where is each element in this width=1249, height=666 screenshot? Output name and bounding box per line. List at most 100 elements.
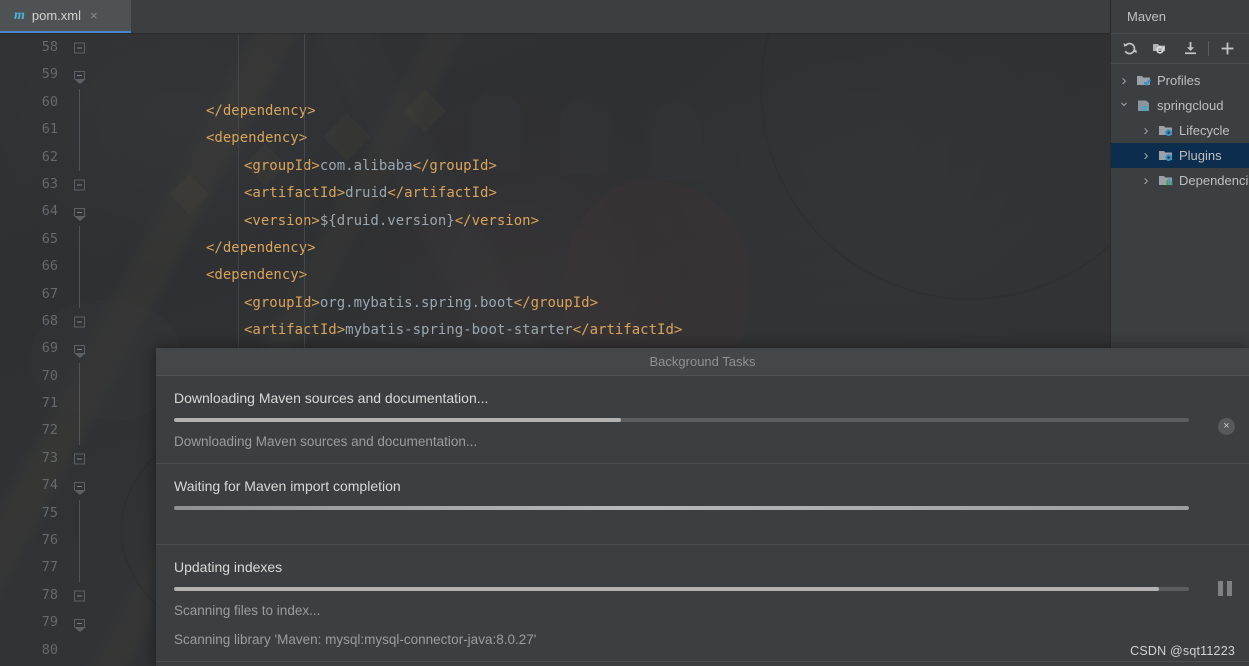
xml-tag: </groupId> (412, 157, 497, 174)
profiles-icon (1136, 73, 1152, 89)
chevron-right-icon[interactable]: › (1139, 147, 1153, 164)
fold-collapse-icon[interactable] (74, 179, 85, 191)
maven-project-tree[interactable]: › Profiles ⌄ m springcloud › Lifecycle › Plugins… (1111, 64, 1249, 193)
fold-collapse-icon[interactable] (74, 316, 85, 328)
fold-expand-icon[interactable] (74, 618, 86, 632)
background-task: Updating indexes Scanning files to index.… (156, 545, 1249, 662)
maven-tree-item-label: Dependencies (1179, 173, 1249, 188)
xml-tag: <groupId> (244, 294, 320, 311)
maven-tree-item-label: Lifecycle (1179, 123, 1230, 138)
tab-pom-xml[interactable]: m pom.xml × (0, 0, 131, 33)
fold-connector (79, 527, 80, 555)
tab-label: pom.xml (31, 8, 82, 23)
gutter-line-number: 73 (0, 445, 96, 472)
fold-connector (79, 225, 80, 254)
maven-tree-item-plugins[interactable]: › Plugins (1111, 143, 1249, 168)
task-subtitle: Scanning library 'Maven: mysql:mysql-con… (174, 632, 537, 647)
fold-collapse-icon[interactable] (74, 42, 85, 54)
chevron-down-icon[interactable]: ⌄ (1117, 93, 1131, 110)
gutter-line-number: 66 (0, 253, 96, 281)
watermark: CSDN @sqt11223 (1130, 644, 1235, 658)
pause-task-button[interactable] (1218, 581, 1236, 596)
code-line: <dependency> (96, 262, 1110, 289)
code-line: <groupId>com.alibaba</groupId> (96, 153, 1110, 180)
reload-all-maven-projects-icon[interactable] (1115, 36, 1145, 62)
task-title: Updating indexes (174, 559, 283, 575)
gutter-line-number: 74 (0, 472, 96, 499)
task-progress-bar (174, 587, 1189, 591)
fold-collapse-icon[interactable] (74, 453, 85, 465)
xml-tag: </artifactId> (572, 322, 683, 339)
maven-tree-item-label: Plugins (1179, 148, 1222, 163)
toolbar-separator (1208, 41, 1209, 56)
fold-collapse-icon[interactable] (74, 590, 85, 601)
code-line: <version>${druid.version}</version> (96, 208, 1110, 235)
chevron-right-icon[interactable]: › (1139, 172, 1153, 189)
xml-tag: </dependency> (206, 103, 316, 119)
gutter-line-number: 63 (0, 171, 96, 198)
gutter-line-number: 69 (0, 335, 96, 362)
background-tasks-header: Background Tasks (156, 348, 1249, 376)
task-progress-fill (174, 506, 1189, 510)
gutter-line-number: 72 (0, 417, 96, 445)
gutter-line-number: 60 (0, 88, 96, 117)
xml-tag: </artifactId> (387, 185, 497, 202)
editor-gutter[interactable]: 58 59 60 61 62 63 64 65 66 67 68 69 70 71 72 73 74 75 76 77… (0, 34, 96, 666)
gutter-line-number: 64 (0, 198, 96, 225)
fold-connector (79, 116, 80, 144)
task-title: Waiting for Maven import completion (174, 478, 401, 494)
close-icon[interactable]: × (90, 9, 98, 22)
gutter-line-number: 79 (0, 609, 96, 636)
maven-tree-item-dependencies[interactable]: › Dependencies (1111, 168, 1249, 193)
svg-text:m: m (1141, 103, 1149, 114)
fold-connector (79, 390, 80, 418)
chevron-right-icon[interactable]: › (1117, 72, 1131, 89)
xml-text: druid (345, 185, 388, 202)
xml-tag: </groupId> (513, 294, 599, 311)
gutter-line-number: 76 (0, 527, 96, 555)
download-sources-icon[interactable] (1175, 36, 1205, 62)
fold-connector (79, 143, 80, 171)
fold-connector (79, 280, 80, 308)
maven-module-icon: m (1136, 98, 1152, 114)
cancel-task-button[interactable]: × (1218, 418, 1235, 435)
background-task-list: Downloading Maven sources and documentat… (156, 376, 1249, 662)
fold-expand-icon[interactable] (74, 71, 86, 85)
maven-tree-item-label: springcloud (1157, 98, 1224, 113)
xml-text: ${druid.version} (319, 212, 455, 229)
gutter-line-number: 59 (0, 61, 96, 88)
background-task: Waiting for Maven import completion (156, 464, 1249, 545)
lifecycle-icon (1158, 123, 1174, 139)
fold-connector (79, 554, 80, 582)
xml-tag: <artifactId> (244, 322, 346, 339)
task-progress-bar (174, 506, 1189, 510)
maven-tree-item-profiles[interactable]: › Profiles (1111, 68, 1249, 93)
maven-tree-item-label: Profiles (1157, 73, 1201, 88)
add-maven-project-icon[interactable] (1212, 36, 1242, 62)
code-line: </dependency> (96, 98, 1110, 125)
background-tasks-popup: Background Tasks Downloading Maven sourc… (156, 348, 1249, 666)
code-line: </dependency> (96, 235, 1110, 262)
editor-tab-bar: m pom.xml × (0, 0, 1249, 34)
gutter-line-number: 70 (0, 362, 96, 391)
xml-tag: </version> (454, 212, 540, 229)
xml-text: org.mybatis.spring.boot (319, 294, 514, 311)
gutter-line-number: 58 (0, 34, 96, 61)
fold-expand-icon[interactable] (74, 344, 86, 358)
xml-tag: </dependency> (206, 239, 316, 256)
xml-text: com.alibaba (319, 157, 413, 174)
maven-tree-item-springcloud[interactable]: ⌄ m springcloud (1111, 93, 1249, 118)
maven-tree-item-lifecycle[interactable]: › Lifecycle (1111, 118, 1249, 143)
task-progress-fill (174, 587, 1159, 591)
maven-m-icon: m (14, 7, 25, 23)
fold-expand-icon[interactable] (74, 481, 86, 495)
plugins-icon (1158, 148, 1174, 164)
gutter-line-number: 68 (0, 308, 96, 335)
xml-tag: <version> (244, 212, 320, 229)
code-line: <artifactId>mybatis-spring-boot-starter<… (96, 317, 1110, 344)
fold-connector (79, 417, 80, 445)
fold-expand-icon[interactable] (74, 208, 86, 222)
gutter-line-number: 71 (0, 390, 96, 418)
generate-sources-folder-icon[interactable] (1145, 36, 1175, 62)
chevron-right-icon[interactable]: › (1139, 122, 1153, 139)
